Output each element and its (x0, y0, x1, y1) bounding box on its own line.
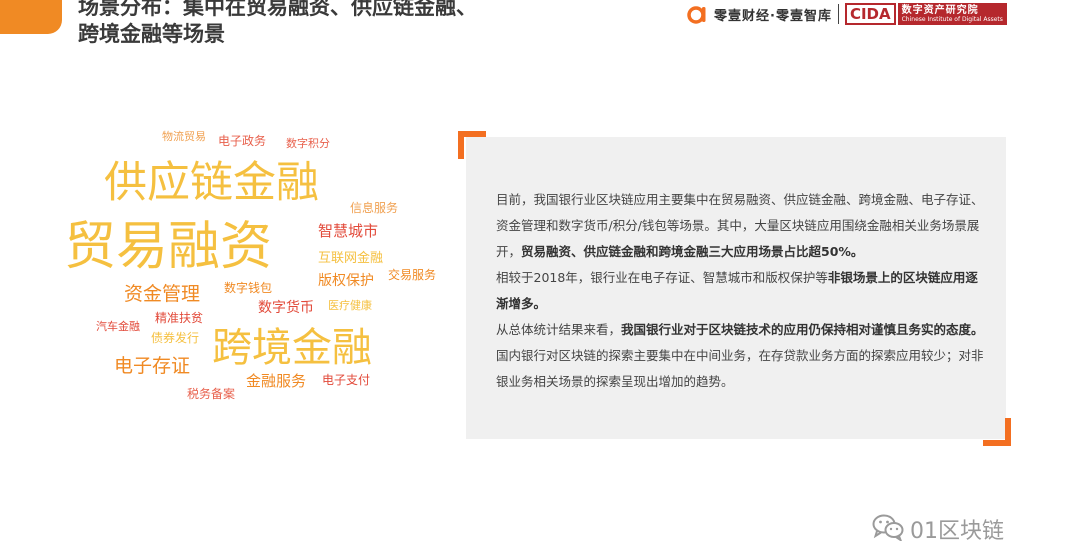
word-cloud-word: 交易服务 (388, 268, 437, 282)
word-cloud-word: 电子支付 (322, 373, 371, 387)
cida-name-block: 数字资产研究院 Chinese Institute of Digital Ass… (897, 3, 1007, 25)
word-cloud-word: 数字积分 (286, 137, 330, 150)
word-cloud-word: 数字货币 (258, 300, 314, 316)
word-cloud-word: 医疗健康 (328, 299, 372, 312)
summary-paragraph-3: 从总体统计结果来看，我国银行业对于区块链技术的应用仍保持相对谨慎且务实的态度。国… (496, 322, 984, 389)
summary-text: 目前，我国银行业区块链应用主要集中在贸易融资、供应链金融、跨境金融、电子存证、资… (496, 187, 988, 395)
word-cloud-word: 债券发行 (151, 331, 200, 345)
word-cloud-word: 数字钱包 (224, 281, 273, 295)
word-cloud-word: 版权保护 (318, 273, 374, 289)
word-cloud-word: 电子政务 (218, 134, 267, 148)
cida-name-en: Chinese Institute of Digital Assets (901, 15, 1003, 23)
word-cloud: 物流贸易 电子政务 数字积分 供应链金融 信息服务 贸易融资 智慧城市 互联网金… (0, 0, 460, 420)
logo-text: 零壹财经·零壹智库 (714, 8, 832, 24)
word-cloud-word: 税务备案 (187, 387, 236, 401)
cida-name-cn: 数字资产研究院 (901, 4, 979, 16)
word-cloud-word: 汽车金融 (96, 320, 140, 333)
word-cloud-word: 互联网金融 (318, 251, 384, 266)
summary-paragraph-2: 相较于2018年，银行业在电子存证、智慧城市和版权保护等非银场景上的区块链应用逐… (496, 270, 978, 311)
word-cloud-word: 电子存证 (114, 355, 191, 377)
word-cloud-word: 供应链金融 (104, 158, 319, 208)
summary-paragraph-1: 目前，我国银行业区块链应用主要集中在贸易融资、供应链金融、跨境金融、电子存证、资… (496, 192, 984, 259)
word-cloud-word: 信息服务 (350, 201, 399, 215)
panel-corner-top-left (458, 131, 486, 159)
word-cloud-word: 物流贸易 (162, 130, 206, 143)
logo-divider (837, 4, 839, 24)
word-cloud-word: 金融服务 (246, 372, 307, 390)
word-cloud-word: 贸易融资 (64, 217, 273, 277)
word-cloud-word: 跨境金融 (212, 325, 372, 371)
wechat-watermark: 01区块链 (872, 512, 1004, 546)
publisher-logos: 零壹财经·零壹智库 CIDA 数字资产研究院 Chinese Institute… (686, 2, 1007, 26)
word-cloud-word: 智慧城市 (318, 222, 379, 240)
panel-corner-bottom-right (983, 418, 1011, 446)
word-cloud-word: 精准扶贫 (155, 311, 204, 325)
lingyi-logo-icon (686, 3, 708, 25)
watermark-text: 01区块链 (910, 519, 1004, 544)
cida-logo: CIDA (844, 3, 896, 25)
wechat-icon (872, 513, 904, 545)
word-cloud-word: 资金管理 (124, 283, 201, 305)
